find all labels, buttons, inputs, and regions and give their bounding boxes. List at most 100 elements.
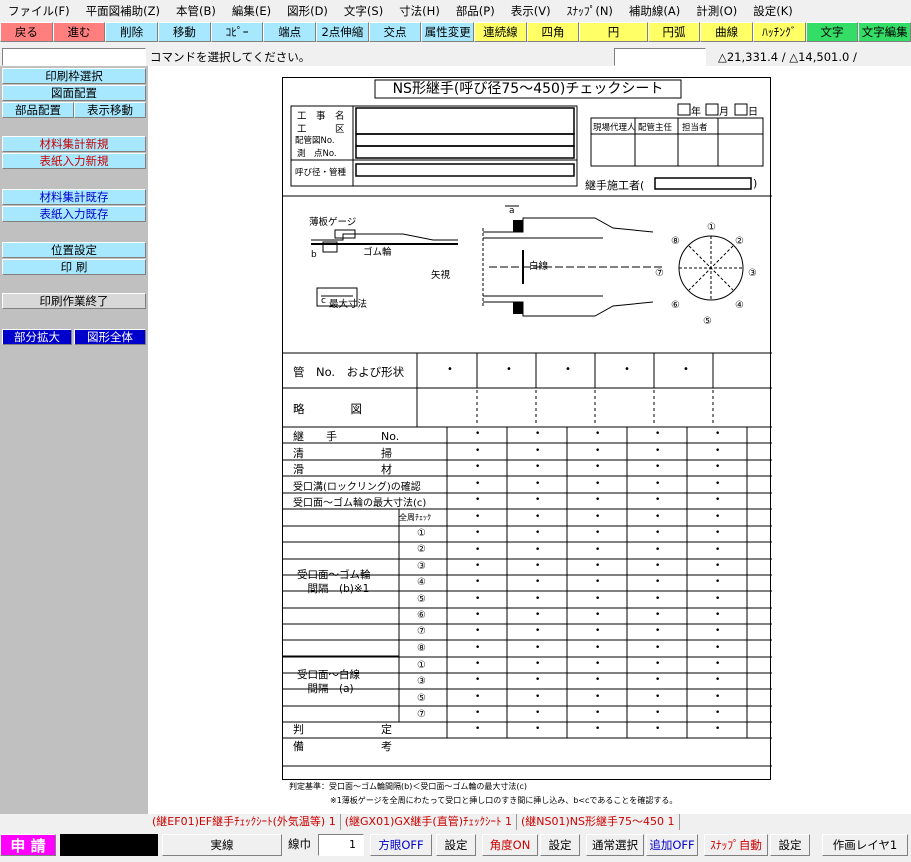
sheet-tab-0[interactable]: (継EF01)EF継手ﾁｪｯｸｼｰﾄ(外気温等) 1 — [148, 814, 341, 830]
check-dot[interactable]: • — [715, 495, 720, 505]
check-dot[interactable]: • — [655, 659, 660, 669]
check-dot[interactable]: • — [715, 692, 720, 702]
check-dot[interactable]: • — [595, 692, 600, 702]
menu-item-9[interactable]: ｽﾅｯﾌﾟ(N) — [559, 0, 621, 22]
check-dot[interactable]: • — [595, 545, 600, 555]
grid-settings-button[interactable]: 設定 — [436, 834, 476, 856]
check-dot[interactable]: • — [655, 512, 660, 522]
line-type-select[interactable]: 実線 — [162, 834, 282, 856]
check-dot[interactable]: • — [595, 724, 600, 734]
check-dot[interactable]: • — [595, 429, 600, 439]
check-dot[interactable]: • — [655, 643, 660, 653]
check-dot[interactable]: • — [715, 545, 720, 555]
check-dot[interactable]: • — [475, 545, 480, 555]
check-dot[interactable]: • — [535, 724, 540, 734]
check-dot[interactable]: • — [715, 577, 720, 587]
check-dot[interactable]: • — [475, 708, 480, 718]
check-dot[interactable]: • — [475, 512, 480, 522]
check-dot[interactable]: • — [535, 577, 540, 587]
check-dot[interactable]: • — [595, 479, 600, 489]
menu-item-3[interactable]: 編集(E) — [224, 0, 279, 22]
angle-toggle[interactable]: 角度ON — [482, 834, 538, 856]
check-dot[interactable]: • — [715, 479, 720, 489]
check-dot[interactable]: • — [475, 495, 480, 505]
command-entry[interactable] — [614, 48, 706, 66]
check-dot[interactable]: • — [655, 429, 660, 439]
print-frame-button[interactable]: 印刷枠選択 — [2, 68, 146, 84]
check-dot[interactable]: • — [715, 626, 720, 636]
toolbar-button-13[interactable]: 曲線 — [700, 22, 753, 42]
check-dot[interactable]: • — [715, 659, 720, 669]
zoom-part-button[interactable]: 部分拡大 — [2, 329, 72, 345]
toolbar-button-1[interactable]: 進む — [52, 22, 106, 42]
check-dot[interactable]: • — [535, 708, 540, 718]
check-dot[interactable]: • — [715, 462, 720, 472]
menu-item-8[interactable]: 表示(V) — [503, 0, 559, 22]
check-dot[interactable]: • — [475, 594, 480, 604]
check-dot[interactable]: • — [595, 610, 600, 620]
check-dot[interactable]: • — [655, 462, 660, 472]
toolbar-button-9[interactable]: 連続線 — [474, 22, 527, 42]
menu-item-6[interactable]: 寸法(H) — [391, 0, 448, 22]
check-dot[interactable]: • — [595, 594, 600, 604]
toolbar-button-8[interactable]: 属性変更 — [421, 22, 475, 42]
check-dot[interactable]: • — [655, 577, 660, 587]
check-dot[interactable]: • — [595, 495, 600, 505]
zoom-all-button[interactable]: 図形全体 — [74, 329, 146, 345]
check-dot[interactable]: • — [655, 561, 660, 571]
check-dot[interactable]: • — [475, 446, 480, 456]
check-dot[interactable]: • — [715, 594, 720, 604]
check-dot[interactable]: • — [535, 528, 540, 538]
check-dot[interactable]: • — [535, 495, 540, 505]
check-dot[interactable]: • — [475, 528, 480, 538]
check-dot[interactable]: • — [595, 708, 600, 718]
menu-item-1[interactable]: 平面図補助(Z) — [78, 0, 168, 22]
check-dot[interactable]: • — [595, 659, 600, 669]
menu-item-4[interactable]: 図形(D) — [279, 0, 336, 22]
check-dot[interactable]: • — [535, 429, 540, 439]
check-dot[interactable]: • — [535, 626, 540, 636]
check-dot[interactable]: • — [715, 429, 720, 439]
check-dot[interactable]: • — [535, 610, 540, 620]
check-dot[interactable]: • — [655, 495, 660, 505]
check-dot[interactable]: • — [595, 643, 600, 653]
cover-new-button[interactable]: 表紙入力新規 — [2, 153, 146, 169]
check-dot[interactable]: • — [595, 462, 600, 472]
check-dot[interactable]: • — [655, 626, 660, 636]
toolbar-button-16[interactable]: 文字編集 — [858, 22, 911, 42]
check-dot[interactable]: • — [475, 724, 480, 734]
command-input-box[interactable] — [2, 48, 146, 66]
sheet-tab-2[interactable]: (継NS01)NS形継手75～450 1 — [517, 814, 680, 830]
check-dot[interactable]: • — [475, 429, 480, 439]
menu-item-12[interactable]: 設定(K) — [745, 0, 801, 22]
check-dot[interactable]: • — [715, 561, 720, 571]
check-dot[interactable]: • — [595, 528, 600, 538]
toolbar-button-10[interactable]: 四角 — [526, 22, 580, 42]
grid-toggle[interactable]: 方眼OFF — [370, 834, 432, 856]
toolbar-button-11[interactable]: 円 — [579, 22, 648, 42]
check-dot[interactable]: • — [475, 479, 480, 489]
move-view-button[interactable]: 表示移動 — [74, 102, 146, 118]
check-dot[interactable]: • — [475, 462, 480, 472]
print-end-button[interactable]: 印刷作業終了 — [2, 293, 146, 309]
check-dot[interactable]: • — [535, 561, 540, 571]
check-dot[interactable]: • — [655, 545, 660, 555]
toolbar-button-14[interactable]: ﾊｯﾁﾝｸﾞ — [753, 22, 806, 42]
check-dot[interactable]: • — [595, 577, 600, 587]
toolbar-button-0[interactable]: 戻る — [0, 22, 53, 42]
menu-item-7[interactable]: 部品(P) — [448, 0, 503, 22]
check-dot[interactable]: • — [655, 610, 660, 620]
material-existing-button[interactable]: 材料集計既存 — [2, 189, 146, 205]
snap-settings-button[interactable]: 設定 — [770, 834, 810, 856]
sheet-tab-1[interactable]: (継GX01)GX継手(直管)ﾁｪｯｸｼｰﾄ 1 — [341, 814, 517, 830]
check-dot[interactable]: • — [715, 675, 720, 685]
material-new-button[interactable]: 材料集計新規 — [2, 136, 146, 152]
toolbar-button-6[interactable]: 2点伸縮 — [316, 22, 369, 42]
menu-item-0[interactable]: ファイル(F) — [0, 0, 78, 22]
menu-item-11[interactable]: 計測(O) — [688, 0, 745, 22]
cover-existing-button[interactable]: 表紙入力既存 — [2, 206, 146, 222]
check-dot[interactable]: • — [535, 659, 540, 669]
menu-item-10[interactable]: 補助線(A) — [621, 0, 688, 22]
check-dot[interactable]: • — [475, 577, 480, 587]
toolbar-button-12[interactable]: 円弧 — [647, 22, 701, 42]
